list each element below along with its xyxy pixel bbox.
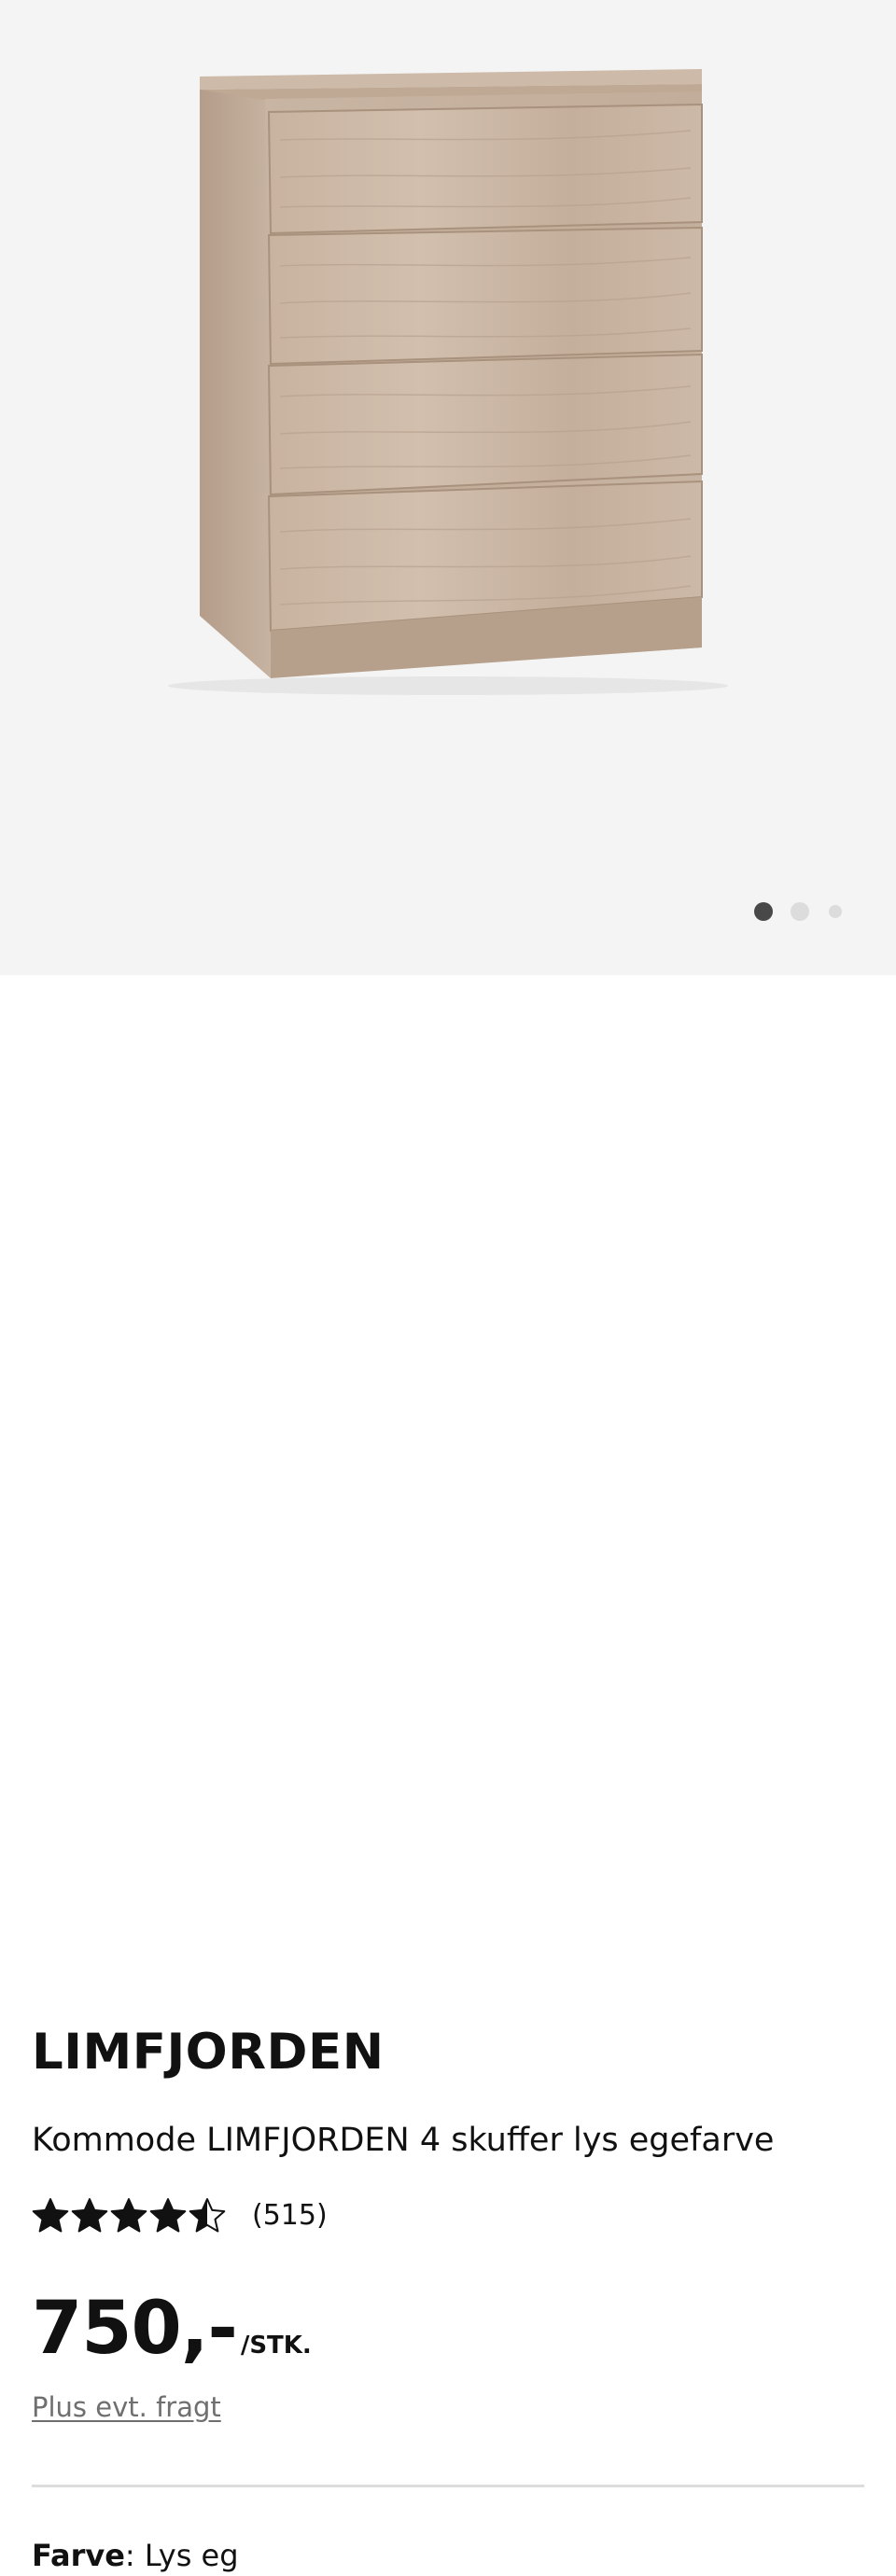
divider xyxy=(32,2485,864,2487)
star-half-icon xyxy=(189,2198,226,2233)
review-count[interactable]: (515) xyxy=(252,2197,328,2235)
rating-stars xyxy=(32,2197,228,2235)
product-subtitle: Kommode LIMFJORDEN 4 skuffer lys egefarv… xyxy=(32,2122,775,2159)
color-label: Farve xyxy=(32,2538,125,2573)
gallery-dot-2[interactable] xyxy=(791,902,809,921)
star-filled-icon xyxy=(32,2198,69,2233)
star-filled-icon xyxy=(71,2198,108,2233)
color-value: Lys eg xyxy=(144,2538,239,2573)
shipping-info-link[interactable]: Plus evt. fragt xyxy=(32,2388,221,2426)
star-filled-icon xyxy=(110,2198,147,2233)
product-rating[interactable]: (515) xyxy=(32,2195,328,2236)
product-brand-title: LIMFJORDEN xyxy=(32,2024,385,2081)
price-row: 750,- /STK. xyxy=(32,2286,312,2372)
product-image-gallery[interactable] xyxy=(0,0,896,975)
gallery-dot-1[interactable] xyxy=(754,902,773,921)
drawer-fronts xyxy=(267,103,703,633)
star-filled-icon xyxy=(149,2198,187,2233)
gallery-pagination xyxy=(747,900,849,923)
product-price: 750,- xyxy=(32,2287,238,2371)
color-selection: Farve: Lys eg xyxy=(32,2535,239,2576)
gallery-dot-3[interactable] xyxy=(829,905,842,918)
price-unit: /STK. xyxy=(240,2332,312,2360)
color-separator: : xyxy=(124,2538,145,2573)
product-image[interactable] xyxy=(0,0,896,709)
